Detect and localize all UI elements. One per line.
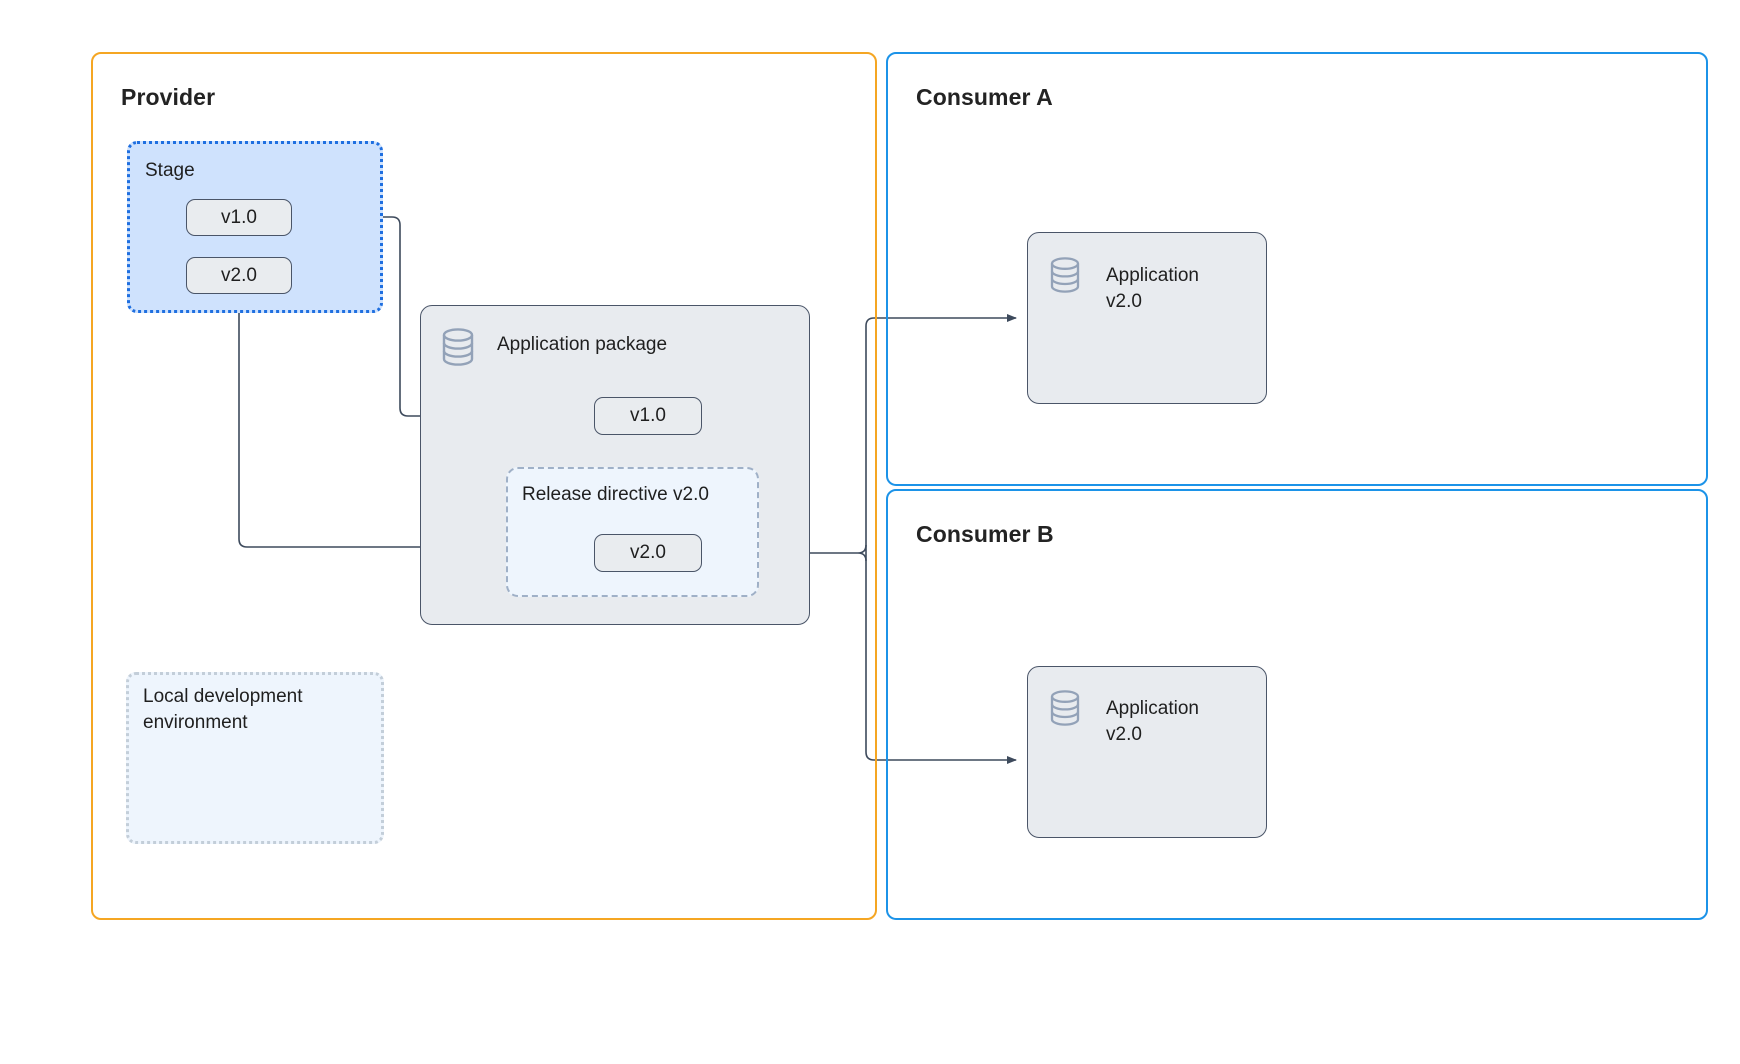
database-icon <box>442 328 474 366</box>
diagram-canvas: Provider Stage v1.0 v2.0 Application pac… <box>0 0 1740 1064</box>
consumer-b-application-label: Application v2.0 <box>1106 698 1199 745</box>
package-version-v1[interactable]: v1.0 <box>594 397 702 435</box>
stage-version-v1[interactable]: v1.0 <box>186 199 292 236</box>
stage-version-v2[interactable]: v2.0 <box>186 257 292 294</box>
consumer-a-title: Consumer A <box>916 84 1053 110</box>
stage-label: Stage <box>145 160 195 181</box>
consumer-a-group <box>886 52 1708 486</box>
local-development-environment-label: Local development environment <box>143 686 303 733</box>
provider-title: Provider <box>121 84 216 110</box>
release-directive-label: Release directive v2.0 <box>522 484 709 505</box>
application-package-label: Application package <box>497 334 668 355</box>
consumer-b-title: Consumer B <box>916 521 1054 547</box>
database-icon <box>1050 257 1080 293</box>
consumer-b-group <box>886 489 1708 920</box>
consumer-a-application-label: Application v2.0 <box>1106 265 1199 312</box>
release-directive-version-v2[interactable]: v2.0 <box>594 534 702 572</box>
database-icon <box>1050 690 1080 726</box>
